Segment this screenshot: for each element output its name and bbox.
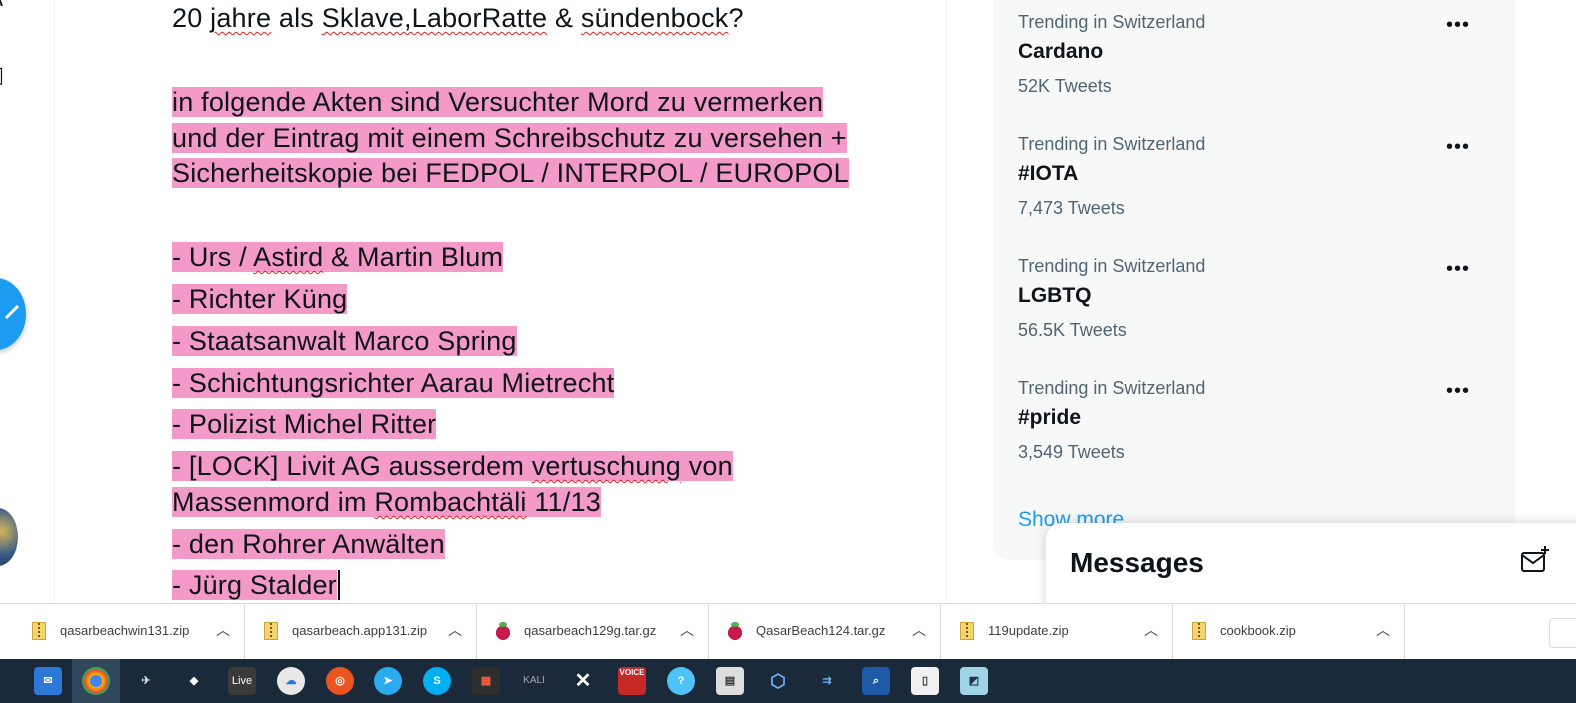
trend-name: #IOTA [1018, 162, 1079, 185]
download-bar: qasarbeachwin131.zip ︿ qasarbeach.app131… [0, 603, 1576, 660]
ubuntu-icon[interactable]: ◎ [326, 667, 354, 695]
trends-panel: Trending in Switzerland Cardano 52K Twee… [993, 0, 1515, 560]
download-item[interactable]: QasarBeach124.tar.gz ︿ [710, 604, 941, 660]
trend-context: Trending in Switzerland [1018, 256, 1206, 276]
app-icon[interactable]: ▤ [716, 667, 744, 695]
download-item[interactable]: qasarbeach129g.tar.gz ︿ [478, 604, 709, 660]
tweet-list-item: - Schichtungsrichter Aarau Mietrecht [172, 368, 615, 398]
text-cursor [337, 570, 340, 600]
download-filename: QasarBeach124.tar.gz [756, 623, 886, 638]
app-icon[interactable]: ◩ [960, 667, 988, 695]
zip-icon [1192, 622, 1206, 640]
app-icon[interactable]: ⌕ [862, 667, 890, 695]
chevron-up-icon[interactable]: ︿ [912, 620, 926, 640]
tweet-line-1: 20 jahre als Sklave,LaborRatte & sündenb… [172, 3, 744, 33]
download-item[interactable]: qasarbeach.app131.zip ︿ [246, 604, 477, 660]
zip-icon [264, 622, 278, 640]
virtualbox-icon[interactable]: ⬡ [764, 667, 792, 695]
download-filename: cookbook.zip [1220, 623, 1296, 638]
trend-name: #pride [1018, 406, 1082, 429]
tweet-paragraph-line: Sicherheitskopie bei FEDPOL / INTERPOL /… [172, 158, 849, 188]
bookmarks-icon[interactable]: ▯ [0, 62, 4, 88]
trend-item[interactable]: Trending in Switzerland LGBTQ 56.5K Twee… [1018, 256, 1498, 366]
telegram-icon[interactable]: ➤ [374, 667, 402, 695]
feather-icon [4, 304, 20, 320]
chevron-up-icon[interactable]: ︿ [1144, 620, 1158, 640]
chrome-icon[interactable] [82, 667, 110, 695]
nav-icon-partial[interactable]: ʌ [0, 0, 3, 12]
trend-name: Cardano [1018, 40, 1104, 63]
zip-icon [32, 622, 46, 640]
download-filename: qasarbeach129g.tar.gz [524, 623, 657, 638]
chevron-up-icon[interactable]: ︿ [1376, 620, 1390, 640]
tweet-list-item: - Polizist Michel Ritter [172, 409, 437, 439]
skype-icon[interactable]: S [423, 667, 451, 695]
raspberry-icon [728, 622, 742, 640]
more-options-icon[interactable]: ••• [1446, 258, 1470, 281]
tweet-paragraph-line: und der Eintrag mit einem Schreibschutz … [172, 123, 847, 153]
download-item[interactable]: 119update.zip ︿ [942, 604, 1173, 660]
notepad-icon[interactable]: ▯ [911, 667, 939, 695]
show-all-downloads-button[interactable] [1549, 618, 1576, 648]
trend-context: Trending in Switzerland [1018, 134, 1206, 154]
x-app-icon[interactable]: ✕ [569, 667, 597, 695]
download-filename: 119update.zip [988, 623, 1069, 638]
tweet-list-item: - [LOCK] Livit AG ausserdem vertuschung … [172, 451, 733, 481]
ableton-live-icon[interactable]: Live [228, 667, 256, 695]
trend-count: 7,473 Tweets [1018, 198, 1125, 218]
app-icon[interactable]: ? [667, 667, 695, 695]
column-divider [946, 0, 947, 603]
account-avatar[interactable] [0, 508, 18, 566]
voicemeeter-icon[interactable]: VOICE [618, 667, 646, 695]
trend-item[interactable]: Trending in Switzerland Cardano 52K Twee… [1018, 12, 1498, 122]
trend-count: 56.5K Tweets [1018, 320, 1127, 340]
app-icon[interactable]: ⇉ [813, 667, 841, 695]
trend-count: 3,549 Tweets [1018, 442, 1125, 462]
download-filename: qasarbeach.app131.zip [292, 623, 428, 638]
chevron-up-icon[interactable]: ︿ [680, 620, 694, 640]
app-icon[interactable]: ☁ [277, 667, 305, 695]
more-options-icon[interactable]: ••• [1446, 14, 1470, 37]
trend-context: Trending in Switzerland [1018, 12, 1206, 32]
tweet-list-item: - Jürg Stalder [172, 567, 340, 603]
download-item[interactable]: qasarbeachwin131.zip ︿ [14, 604, 245, 660]
chevron-up-icon[interactable]: ︿ [216, 620, 230, 640]
trend-context: Trending in Switzerland [1018, 378, 1206, 398]
compose-tweet-button[interactable] [0, 278, 26, 350]
tweet-list-item: - den Rohrer Anwälten [172, 529, 445, 559]
kali-icon[interactable]: KALI [520, 667, 548, 695]
raspberry-icon [496, 622, 510, 640]
left-navigation: ʌ ▯ · ) [0, 0, 55, 603]
trend-name: LGBTQ [1018, 284, 1092, 307]
download-item[interactable]: cookbook.zip ︿ [1174, 604, 1405, 660]
tweet-list-item: - Staatsanwalt Marco Spring [172, 326, 517, 356]
tweet-list-item: - Richter Küng [172, 284, 348, 314]
trend-count: 52K Tweets [1018, 76, 1112, 96]
app-icon[interactable]: ✈ [132, 667, 160, 695]
download-filename: qasarbeachwin131.zip [60, 623, 190, 638]
taskbar: ✉ ✈ ◆ Live ☁ ◎ ➤ S ▦ KALI ✕ VOICE ? ▤ ⬡ … [0, 659, 1576, 703]
tweet-paragraph-line: in folgende Akten sind Versuchter Mord z… [172, 87, 824, 117]
tweet-list-item: - Urs / Astird & Martin Blum [172, 242, 504, 272]
tweet-list-item: Massenmord im Rombachtäli 11/13 [172, 487, 601, 517]
mail-icon[interactable]: ✉ [34, 667, 62, 695]
trend-item[interactable]: Trending in Switzerland #IOTA 7,473 Twee… [1018, 134, 1498, 244]
zip-icon [960, 622, 974, 640]
messages-title: Messages [1070, 547, 1204, 578]
trend-item[interactable]: Trending in Switzerland #pride 3,549 Twe… [1018, 378, 1498, 488]
app-icon[interactable]: ▦ [472, 667, 500, 695]
app-icon[interactable]: ◆ [180, 667, 208, 695]
new-message-icon[interactable] [1520, 545, 1550, 575]
messages-drawer[interactable]: Messages [1046, 523, 1576, 613]
chevron-up-icon[interactable]: ︿ [448, 620, 462, 640]
more-options-icon[interactable]: ••• [1446, 136, 1470, 159]
more-options-icon[interactable]: ••• [1446, 380, 1470, 403]
